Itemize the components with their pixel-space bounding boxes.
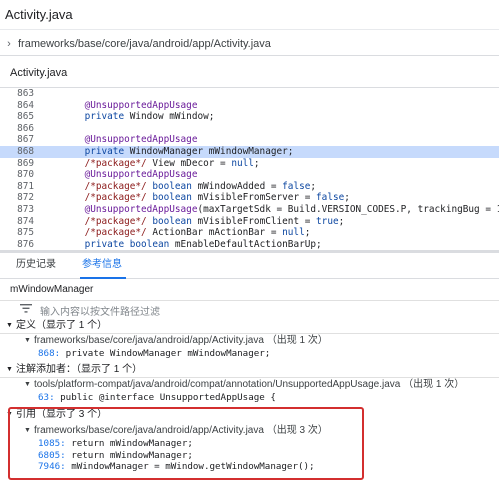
file-path[interactable]: tools/platform-compat/java/android/compa… <box>34 378 464 392</box>
code-line[interactable]: 868 private WindowManager mWindowManager… <box>0 145 499 158</box>
caret-down-icon[interactable]: ▼ <box>6 409 16 421</box>
code-line[interactable]: 873 @UnsupportedAppUsage(maxTargetSdk = … <box>0 204 499 216</box>
code-line[interactable]: 875 /*package*/ ActionBar mActionBar = n… <box>0 227 499 239</box>
result-row[interactable]: 63: public @interface UnsupportedAppUsag… <box>0 392 499 404</box>
code-line[interactable]: 864 @UnsupportedAppUsage <box>0 100 499 112</box>
line-number[interactable]: 866 <box>0 123 34 135</box>
code-text[interactable]: @UnsupportedAppUsage <box>34 169 198 181</box>
result-line-number[interactable]: 63: <box>38 392 55 403</box>
divider <box>0 377 499 378</box>
code-line[interactable]: 870 @UnsupportedAppUsage <box>0 169 499 181</box>
file-row[interactable]: ▼ frameworks/base/core/java/android/app/… <box>0 424 499 438</box>
result-row[interactable]: 7946: mWindowManager = mWindow.getWindow… <box>0 461 499 473</box>
tab-history[interactable]: 历史记录 <box>0 252 66 278</box>
line-number[interactable]: 867 <box>0 134 34 146</box>
line-number[interactable]: 865 <box>0 111 34 123</box>
result-row[interactable]: 1085: return mWindowManager; <box>0 438 499 450</box>
file-row[interactable]: ▼ frameworks/base/core/java/android/app/… <box>0 334 499 348</box>
code-line[interactable]: 874 /*package*/ boolean mVisibleFromClie… <box>0 216 499 228</box>
result-code[interactable]: public @interface UnsupportedAppUsage { <box>55 392 276 403</box>
line-number[interactable]: 874 <box>0 216 34 228</box>
result-line-number[interactable]: 6805: <box>38 450 66 461</box>
code-line[interactable]: 865 private Window mWindow; <box>0 111 499 123</box>
caret-down-icon[interactable]: ▼ <box>24 334 34 348</box>
code-line[interactable]: 876 private boolean mEnableDefaultAction… <box>0 239 499 250</box>
code-text[interactable]: /*package*/ ActionBar mActionBar = null; <box>34 227 311 239</box>
line-number[interactable]: 871 <box>0 181 34 193</box>
line-number[interactable]: 873 <box>0 204 34 216</box>
section-header[interactable]: ▼ 注解添加者：（显示了 1 个） <box>0 364 499 376</box>
filter-input[interactable]: 输入内容以按文件路径过滤 <box>40 303 160 318</box>
code-text[interactable]: private boolean mEnableDefaultActionBarU… <box>34 239 322 250</box>
file-tab[interactable]: Activity.java <box>0 58 499 88</box>
result-code[interactable]: return mWindowManager; <box>66 450 193 461</box>
breadcrumb-path[interactable]: frameworks/base/core/java/android/app/Ac… <box>18 38 271 50</box>
file-path[interactable]: frameworks/base/core/java/android/app/Ac… <box>34 334 328 348</box>
symbol-name: mWindowManager <box>0 279 499 301</box>
code-text[interactable]: /*package*/ boolean mWindowAdded = false… <box>34 181 316 193</box>
section-header[interactable]: ▼ 引用（显示了 3 个） <box>0 409 499 421</box>
section-references: ▼ 引用（显示了 3 个） ▼ frameworks/base/core/jav… <box>0 409 499 473</box>
result-line-number[interactable]: 1085: <box>38 438 66 449</box>
result-code[interactable]: return mWindowManager; <box>66 438 193 449</box>
code-line[interactable]: 871 /*package*/ boolean mWindowAdded = f… <box>0 181 499 193</box>
section-annotation: ▼ 注解添加者：（显示了 1 个） ▼ tools/platform-compa… <box>0 364 499 404</box>
divider <box>0 333 499 334</box>
line-number[interactable]: 864 <box>0 100 34 112</box>
caret-down-icon[interactable]: ▼ <box>24 424 34 438</box>
result-row[interactable]: 6805: return mWindowManager; <box>0 450 499 462</box>
section-header[interactable]: ▼ 定义（显示了 1 个） <box>0 320 499 332</box>
code-line[interactable]: 872 /*package*/ boolean mVisibleFromServ… <box>0 192 499 204</box>
result-code[interactable]: private WindowManager mWindowManager; <box>60 348 271 359</box>
code-line[interactable]: 863 <box>0 88 499 100</box>
file-path[interactable]: frameworks/base/core/java/android/app/Ac… <box>34 424 328 438</box>
reference-tabs: 历史记录 参考信息 <box>0 253 499 279</box>
code-viewer: 863 864 @UnsupportedAppUsage 865 private W… <box>0 88 499 250</box>
tab-references[interactable]: 参考信息 <box>66 252 132 279</box>
code-text[interactable]: @UnsupportedAppUsage <box>34 134 198 146</box>
code-text[interactable]: /*package*/ View mDecor = null; <box>34 158 260 170</box>
code-line[interactable]: 866 <box>0 123 499 135</box>
line-number[interactable]: 863 <box>0 88 34 100</box>
window-title: Activity.java <box>0 0 499 30</box>
code-text[interactable]: private WindowManager mWindowManager; <box>34 146 294 158</box>
line-number[interactable]: 868 <box>0 146 34 158</box>
code-text[interactable]: private Window mWindow; <box>34 111 215 123</box>
section-header-label: 引用（显示了 3 个） <box>16 409 108 420</box>
filter-icon <box>20 304 32 316</box>
code-line[interactable]: 869 /*package*/ View mDecor = null; <box>0 158 499 170</box>
caret-down-icon[interactable]: ▼ <box>6 320 16 332</box>
section-definition: ▼ 定义（显示了 1 个） ▼ frameworks/base/core/jav… <box>0 320 499 360</box>
caret-down-icon[interactable]: ▼ <box>24 378 34 392</box>
line-number[interactable]: 870 <box>0 169 34 181</box>
file-row[interactable]: ▼ tools/platform-compat/java/android/com… <box>0 378 499 392</box>
code-text[interactable]: @UnsupportedAppUsage(maxTargetSdk = Buil… <box>34 204 499 216</box>
result-code[interactable]: mWindowManager = mWindow.getWindowManage… <box>66 461 314 472</box>
filter-bar: 输入内容以按文件路径过滤 <box>0 301 499 319</box>
section-header-label: 定义（显示了 1 个） <box>16 320 108 331</box>
breadcrumb: › frameworks/base/core/java/android/app/… <box>0 32 499 56</box>
caret-down-icon[interactable]: ▼ <box>6 364 16 376</box>
result-row[interactable]: 868: private WindowManager mWindowManage… <box>0 348 499 360</box>
code-line[interactable]: 867 @UnsupportedAppUsage <box>0 134 499 146</box>
section-header-label: 注解添加者：（显示了 1 个） <box>16 364 143 375</box>
code-text[interactable]: @UnsupportedAppUsage <box>34 100 198 112</box>
code-text[interactable]: /*package*/ boolean mVisibleFromServer =… <box>34 192 350 204</box>
line-number[interactable]: 869 <box>0 158 34 170</box>
line-number[interactable]: 875 <box>0 227 34 239</box>
line-number[interactable]: 876 <box>0 239 34 250</box>
result-line-number[interactable]: 868: <box>38 348 60 359</box>
line-number[interactable]: 872 <box>0 192 34 204</box>
result-line-number[interactable]: 7946: <box>38 461 66 472</box>
code-text[interactable]: /*package*/ boolean mVisibleFromClient =… <box>34 216 345 228</box>
chevron-right-icon[interactable]: › <box>2 38 16 50</box>
